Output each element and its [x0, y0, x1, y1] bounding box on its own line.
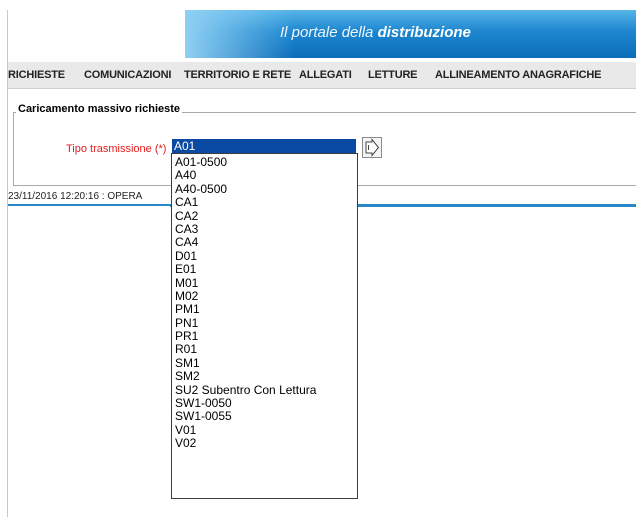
- dropdown-option[interactable]: D01: [172, 249, 357, 263]
- dropdown-option[interactable]: CA4: [172, 235, 357, 249]
- dropdown-option[interactable]: SW1-0055: [172, 410, 357, 424]
- dropdown-option[interactable]: A40-0500: [172, 182, 357, 196]
- dropdown-option[interactable]: M01: [172, 276, 357, 290]
- menu-item-comunicazioni[interactable]: COMUNICAZIONI: [84, 69, 171, 81]
- dropdown-option[interactable]: SU2 Subentro Con Lettura: [172, 383, 357, 397]
- dropdown-option[interactable]: PN1: [172, 316, 357, 330]
- dropdown-option[interactable]: SM2: [172, 369, 357, 383]
- menu-item-allegati[interactable]: ALLEGATI: [299, 69, 352, 81]
- dropdown-option[interactable]: PR1: [172, 329, 357, 343]
- dropdown-option[interactable]: CA3: [172, 222, 357, 236]
- status-timestamp: 23/11/2016 12:20:16 : OPERA: [8, 191, 143, 202]
- header-banner: Il portale della distribuzione: [185, 10, 636, 58]
- main-menu: RICHIESTE COMUNICAZIONI TERRITORIO E RET…: [8, 62, 636, 89]
- banner-decoration: [185, 10, 295, 58]
- dropdown-option[interactable]: E01: [172, 262, 357, 276]
- tipo-trasmissione-label: Tipo trasmissione (*): [66, 143, 167, 155]
- menu-item-letture[interactable]: LETTURE: [368, 69, 418, 81]
- fieldset-legend: Caricamento massivo richieste: [16, 103, 183, 115]
- dropdown-option[interactable]: V02: [172, 436, 357, 450]
- menu-item-richieste[interactable]: RICHIESTE: [8, 69, 65, 81]
- dropdown-option[interactable]: PM1: [172, 302, 357, 316]
- dropdown-option[interactable]: CA2: [172, 209, 357, 223]
- dropdown-option[interactable]: M02: [172, 289, 357, 303]
- dropdown-option[interactable]: V01: [172, 423, 357, 437]
- status-divider-left: [8, 204, 172, 206]
- tipo-trasmissione-dropdown[interactable]: A01-0500 A40 A40-0500 CA1 CA2 CA3 CA4 D0…: [171, 153, 358, 499]
- dropdown-option[interactable]: SW1-0050: [172, 396, 357, 410]
- menu-item-allineamento-anagrafiche[interactable]: ALLINEAMENTO ANAGRAFICHE: [435, 69, 602, 81]
- portal-title-prefix: Il portale della: [280, 24, 378, 41]
- dropdown-option[interactable]: A01-0500: [172, 155, 357, 169]
- menu-item-territorio-e-rete[interactable]: TERRITORIO E RETE: [184, 69, 291, 81]
- portal-title: Il portale della distribuzione: [280, 24, 471, 41]
- dropdown-option[interactable]: A40: [172, 168, 357, 182]
- tipo-trasmissione-select[interactable]: A01: [172, 139, 356, 154]
- proceed-button[interactable]: [362, 137, 382, 158]
- dropdown-option[interactable]: R01: [172, 343, 357, 357]
- dropdown-option[interactable]: CA1: [172, 195, 357, 209]
- dropdown-option[interactable]: SM1: [172, 356, 357, 370]
- portal-title-bold: distribuzione: [377, 24, 471, 41]
- arrow-right-icon: [365, 138, 380, 157]
